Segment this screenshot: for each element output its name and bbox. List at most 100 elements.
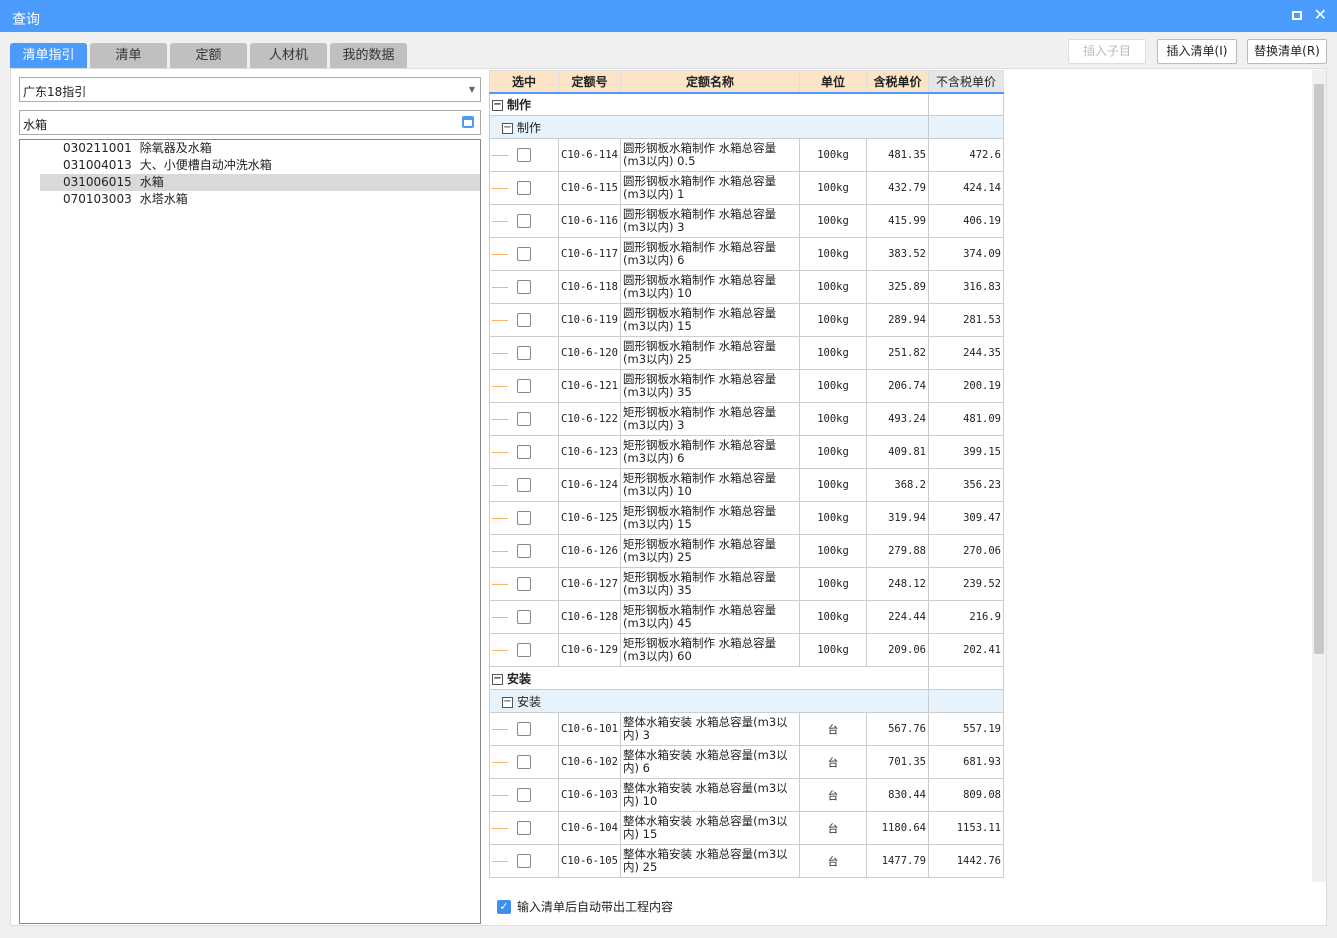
quota-name: 矩形钢板水箱制作 水箱总容量(m3以内) 10 xyxy=(620,468,800,502)
tax-price: 289.94 xyxy=(866,303,929,337)
notax-price: 1442.76 xyxy=(928,844,1004,878)
row-checkbox[interactable] xyxy=(517,511,531,525)
tree-item[interactable]: 031006015 水箱 xyxy=(40,174,480,191)
row-checkbox[interactable] xyxy=(517,821,531,835)
tab-guide[interactable]: 清单指引 xyxy=(10,43,87,68)
row-checkbox[interactable] xyxy=(517,643,531,657)
guide-select[interactable]: 广东18指引 ▼ xyxy=(19,77,481,102)
tree-item[interactable]: 030211001 除氧器及水箱 xyxy=(40,140,480,157)
table-row[interactable]: C10-6-115 圆形钢板水箱制作 水箱总容量(m3以内) 1 100kg 4… xyxy=(489,171,1004,205)
quota-unit: 100kg xyxy=(799,501,867,535)
table-row[interactable]: C10-6-128 矩形钢板水箱制作 水箱总容量(m3以内) 45 100kg … xyxy=(489,600,1004,634)
table-row[interactable]: C10-6-105 整体水箱安装 水箱总容量(m3以内) 25 台 1477.7… xyxy=(489,844,1004,878)
quota-name: 整体水箱安装 水箱总容量(m3以内) 25 xyxy=(620,844,800,878)
row-checkbox[interactable] xyxy=(517,577,531,591)
col-code[interactable]: 定额号 xyxy=(558,70,621,94)
row-checkbox[interactable] xyxy=(517,346,531,360)
quota-unit: 台 xyxy=(799,811,867,845)
table-row[interactable]: C10-6-121 圆形钢板水箱制作 水箱总容量(m3以内) 35 100kg … xyxy=(489,369,1004,403)
col-unit[interactable]: 单位 xyxy=(799,70,867,94)
quota-name: 圆形钢板水箱制作 水箱总容量(m3以内) 10 xyxy=(620,270,800,304)
group-row[interactable]: − 制作 xyxy=(489,92,1004,116)
insert-list-button[interactable]: 插入清单(I) xyxy=(1157,39,1237,64)
table-row[interactable]: C10-6-103 整体水箱安装 水箱总容量(m3以内) 10 台 830.44… xyxy=(489,778,1004,812)
row-checkbox[interactable] xyxy=(517,214,531,228)
collapse-icon[interactable]: − xyxy=(492,99,503,111)
notax-price: 399.15 xyxy=(928,435,1004,469)
collapse-icon[interactable]: − xyxy=(502,696,513,708)
table-row[interactable]: C10-6-126 矩形钢板水箱制作 水箱总容量(m3以内) 25 100kg … xyxy=(489,534,1004,568)
auto-content-checkbox[interactable]: ✓ xyxy=(497,899,511,914)
row-checkbox[interactable] xyxy=(517,412,531,426)
quota-name: 圆形钢板水箱制作 水箱总容量(m3以内) 25 xyxy=(620,336,800,370)
row-checkbox[interactable] xyxy=(517,181,531,195)
subgroup-name: 制作 xyxy=(517,120,542,135)
tree-item-code: 031004013 xyxy=(63,158,132,172)
notax-price: 809.08 xyxy=(928,778,1004,812)
table-row[interactable]: C10-6-104 整体水箱安装 水箱总容量(m3以内) 15 台 1180.6… xyxy=(489,811,1004,845)
tree-item[interactable]: 070103003 水塔水箱 xyxy=(40,191,480,208)
collapse-icon[interactable]: − xyxy=(502,122,513,134)
row-checkbox[interactable] xyxy=(517,148,531,162)
table-row[interactable]: C10-6-127 矩形钢板水箱制作 水箱总容量(m3以内) 35 100kg … xyxy=(489,567,1004,601)
col-name[interactable]: 定额名称 xyxy=(620,70,800,94)
table-row[interactable]: C10-6-101 整体水箱安装 水箱总容量(m3以内) 3 台 567.76 … xyxy=(489,712,1004,746)
table-row[interactable]: C10-6-123 矩形钢板水箱制作 水箱总容量(m3以内) 6 100kg 4… xyxy=(489,435,1004,469)
tab-list[interactable]: 清单 xyxy=(90,43,167,68)
row-checkbox[interactable] xyxy=(517,445,531,459)
table-row[interactable]: C10-6-124 矩形钢板水箱制作 水箱总容量(m3以内) 10 100kg … xyxy=(489,468,1004,502)
quota-code: C10-6-125 xyxy=(558,501,621,535)
row-checkbox[interactable] xyxy=(517,722,531,736)
notax-price: 406.19 xyxy=(928,204,1004,238)
table-row[interactable]: C10-6-114 圆形钢板水箱制作 水箱总容量(m3以内) 0.5 100kg… xyxy=(489,138,1004,172)
row-checkbox[interactable] xyxy=(517,610,531,624)
close-icon[interactable]: ✕ xyxy=(1314,5,1327,24)
table-row[interactable]: C10-6-119 圆形钢板水箱制作 水箱总容量(m3以内) 15 100kg … xyxy=(489,303,1004,337)
guide-tree: 030211001 除氧器及水箱 031004013 大、小便槽自动冲洗水箱 03100… xyxy=(19,139,481,924)
maximize-icon[interactable] xyxy=(1292,11,1302,20)
table-row[interactable]: C10-6-117 圆形钢板水箱制作 水箱总容量(m3以内) 6 100kg 3… xyxy=(489,237,1004,271)
table-row[interactable]: C10-6-122 矩形钢板水箱制作 水箱总容量(m3以内) 3 100kg 4… xyxy=(489,402,1004,436)
insert-sub-button[interactable]: 插入子目 xyxy=(1068,39,1146,64)
tab-quota[interactable]: 定额 xyxy=(170,43,247,68)
row-checkbox[interactable] xyxy=(517,379,531,393)
row-checkbox[interactable] xyxy=(517,280,531,294)
row-checkbox[interactable] xyxy=(517,313,531,327)
row-checkbox[interactable] xyxy=(517,755,531,769)
quota-name: 矩形钢板水箱制作 水箱总容量(m3以内) 60 xyxy=(620,633,800,667)
tree-item[interactable]: 031004013 大、小便槽自动冲洗水箱 xyxy=(40,157,480,174)
scrollbar-thumb[interactable] xyxy=(1314,84,1324,654)
col-notax-price[interactable]: 不含税单价 xyxy=(928,70,1004,94)
notax-price: 239.52 xyxy=(928,567,1004,601)
quota-unit: 台 xyxy=(799,778,867,812)
quota-unit: 100kg xyxy=(799,402,867,436)
group-row[interactable]: − 安装 xyxy=(489,666,1004,690)
row-checkbox[interactable] xyxy=(517,478,531,492)
table-row[interactable]: C10-6-129 矩形钢板水箱制作 水箱总容量(m3以内) 60 100kg … xyxy=(489,633,1004,667)
clear-search-icon[interactable] xyxy=(462,116,474,128)
auto-content-option[interactable]: ✓ 输入清单后自动带出工程内容 xyxy=(497,898,673,915)
row-checkbox[interactable] xyxy=(517,247,531,261)
row-checkbox[interactable] xyxy=(517,788,531,802)
quota-unit: 100kg xyxy=(799,600,867,634)
table-row[interactable]: C10-6-116 圆形钢板水箱制作 水箱总容量(m3以内) 3 100kg 4… xyxy=(489,204,1004,238)
row-checkbox[interactable] xyxy=(517,544,531,558)
subgroup-row[interactable]: − 制作 xyxy=(489,115,1004,139)
col-tax-price[interactable]: 含税单价 xyxy=(866,70,929,94)
table-row[interactable]: C10-6-125 矩形钢板水箱制作 水箱总容量(m3以内) 15 100kg … xyxy=(489,501,1004,535)
table-row[interactable]: C10-6-102 整体水箱安装 水箱总容量(m3以内) 6 台 701.35 … xyxy=(489,745,1004,779)
tax-price: 415.99 xyxy=(866,204,929,238)
tab-my-data[interactable]: 我的数据 xyxy=(330,43,407,68)
table-row[interactable]: C10-6-120 圆形钢板水箱制作 水箱总容量(m3以内) 25 100kg … xyxy=(489,336,1004,370)
row-checkbox[interactable] xyxy=(517,854,531,868)
col-select[interactable]: 选中 xyxy=(489,70,559,94)
subgroup-row[interactable]: − 安装 xyxy=(489,689,1004,713)
vertical-scrollbar[interactable] xyxy=(1312,70,1326,882)
quota-unit: 100kg xyxy=(799,336,867,370)
search-input[interactable]: 水箱 xyxy=(19,110,481,135)
tab-materials[interactable]: 人材机 xyxy=(250,43,327,68)
notax-price: 281.53 xyxy=(928,303,1004,337)
table-row[interactable]: C10-6-118 圆形钢板水箱制作 水箱总容量(m3以内) 10 100kg … xyxy=(489,270,1004,304)
replace-list-button[interactable]: 替换清单(R) xyxy=(1247,39,1327,64)
collapse-icon[interactable]: − xyxy=(492,673,503,685)
